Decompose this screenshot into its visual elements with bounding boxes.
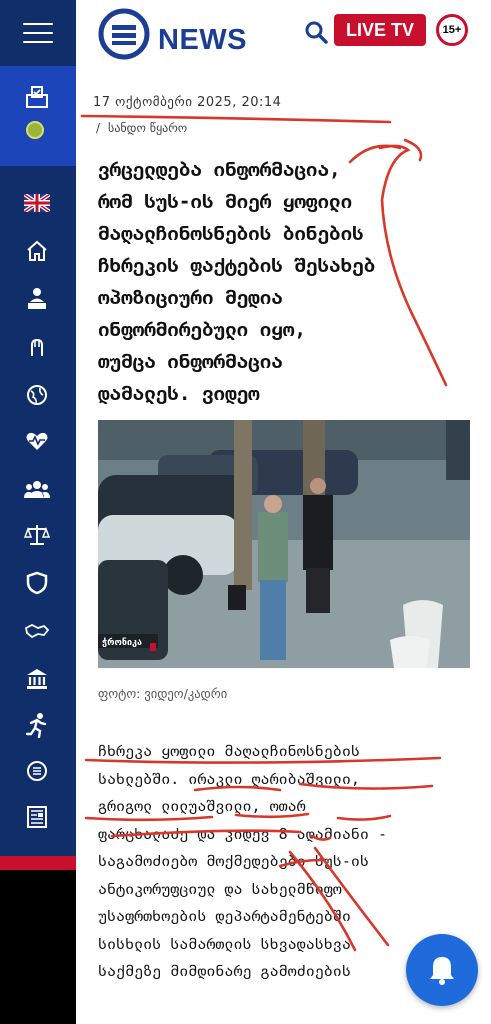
sidebar-item-elections[interactable]: [0, 66, 76, 166]
age-rating-badge: 15+: [436, 14, 468, 46]
sidebar-item-security[interactable]: [22, 568, 52, 598]
bell-icon: [430, 957, 454, 985]
home-icon: [27, 240, 47, 261]
sidebar-item-law[interactable]: [22, 520, 52, 550]
scales-icon: [24, 525, 50, 545]
source-label[interactable]: სანდო წყარო: [108, 121, 187, 135]
article-photo[interactable]: ჭრონიკა: [98, 420, 470, 668]
sidebar-item-regions[interactable]: [22, 616, 52, 646]
body-line: საგამოძიებო მოქმედებები სუს-ის: [98, 852, 369, 870]
sidebar-item-business[interactable]: [22, 756, 52, 786]
body-line: ფარცხალაძე და კიდევ 8 ადამიანი -: [98, 824, 387, 843]
map-icon: [24, 623, 50, 639]
sidebar-item-economy[interactable]: [22, 664, 52, 694]
article-date: 17 ოქტომბერი 2025, 20:14: [93, 95, 282, 110]
sidebar-item-home[interactable]: [22, 236, 52, 266]
sidebar-item-politics[interactable]: [22, 284, 52, 314]
sidebar-item-health[interactable]: [22, 426, 52, 456]
sidebar-item-english[interactable]: [22, 188, 52, 218]
speaker-icon: [28, 288, 46, 309]
hamburger-icon: [23, 23, 53, 43]
sidebar-item-news[interactable]: [22, 802, 52, 832]
body-line: სახლებში. ირაკლი ღარიბაშვილი,: [98, 769, 360, 788]
photo-watermark: ჭრონიკა: [102, 637, 142, 648]
title-line: ვრცელდება ინფორმაცია,: [98, 158, 341, 181]
heartbeat-icon: [26, 432, 48, 450]
top-header: NEWS LIVE TV 15+: [76, 0, 491, 72]
bank-icon: [27, 669, 47, 689]
title-line: ჩხრეკის ფაქტების შესახებ: [98, 254, 376, 277]
logo-icon[interactable]: [98, 8, 150, 60]
running-icon: [25, 713, 47, 738]
title-line: დამალეს. ვიდეო: [98, 382, 260, 405]
sidebar-item-world[interactable]: [22, 380, 52, 410]
title-line: თუმცა ინფორმაცია: [98, 350, 283, 373]
menu-button[interactable]: [0, 0, 76, 66]
search-icon[interactable]: [304, 20, 328, 44]
sidebar-item-sport[interactable]: [22, 710, 52, 740]
title-line: ინფორმირებული იყო,: [98, 318, 306, 341]
source-separator: /: [96, 121, 101, 135]
uk-flag-icon: [24, 194, 50, 212]
photo-caption: ფოტო: ვიდეო/კადრი: [98, 686, 228, 701]
title-line: ოპოზიციური მედია: [98, 286, 283, 309]
live-tv-button[interactable]: LIVE TV: [334, 14, 426, 46]
body-line: ჩხრეკა ყოფილი მაღალჩინოსნების: [98, 742, 360, 760]
money-icon: [27, 761, 47, 781]
body-line: ანტიკორუფციულ და სახელმწიფო: [98, 879, 342, 898]
fist-icon: [31, 338, 43, 356]
newspaper-icon: [27, 806, 47, 828]
article-title: ვრცელდება ინფორმაცია, რომ სუს-ის მიერ ყო…: [98, 154, 478, 410]
sidebar: [0, 0, 76, 1024]
globe-icon: [27, 385, 47, 405]
notification-bell-button[interactable]: [406, 934, 478, 1006]
shield-icon: [26, 571, 48, 595]
title-line: რომ სუს-ის მიერ ყოფილი: [98, 190, 353, 213]
body-line: გრიგოლ ლილუაშვილი, ოთარ: [98, 797, 306, 815]
ballot-box-icon: [26, 86, 48, 108]
logo-text[interactable]: NEWS: [158, 24, 247, 57]
status-dot-icon: [26, 121, 44, 139]
sidebar-item-society[interactable]: [22, 474, 52, 504]
title-line: მაღალჩინოსნების ბინების: [98, 222, 364, 245]
sidebar-black-block: [0, 870, 76, 1024]
body-line: უსაფრთხოების დეპარტამენტებში: [98, 907, 351, 925]
sidebar-red-strip: [0, 856, 76, 870]
people-icon: [24, 481, 50, 498]
sidebar-item-protest[interactable]: [22, 332, 52, 362]
article: 17 ოქტომბერი 2025, 20:14 / სანდო წყარო ვრ…: [76, 72, 491, 1024]
article-source: / სანდო წყარო: [96, 121, 187, 135]
